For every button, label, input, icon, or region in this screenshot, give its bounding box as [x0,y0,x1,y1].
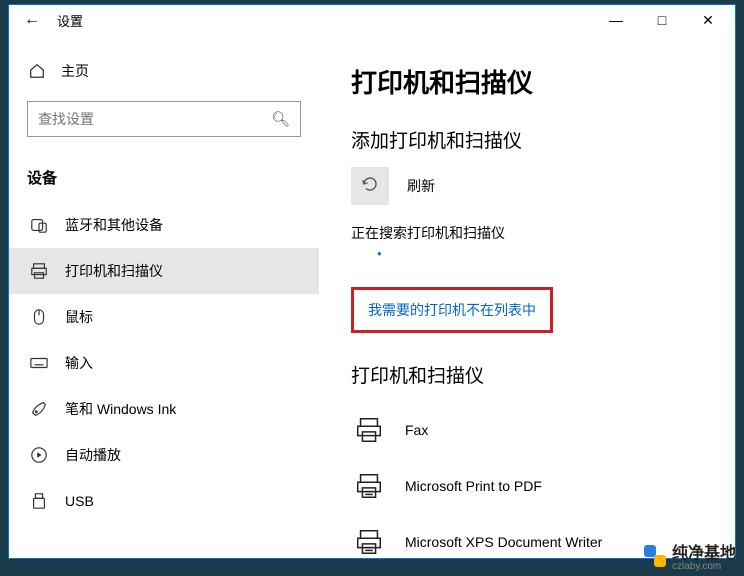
printer-device-icon [351,463,387,509]
page-title: 打印机和扫描仪 [351,63,715,100]
titlebar: ← 设置 ― □ ✕ [9,5,735,35]
printer-name: Microsoft XPS Document Writer [405,534,602,550]
missing-printer-highlight: 我需要的打印机不在列表中 [351,287,553,333]
usb-icon [29,491,49,511]
refresh-label: 刷新 [407,176,435,196]
progress-indicator: ● [351,249,715,269]
printer-name: Fax [405,422,428,438]
sidebar-item-label: 打印机和扫描仪 [65,261,163,281]
searching-status: 正在搜索打印机和扫描仪 [351,223,715,243]
maximize-button[interactable]: □ [639,5,685,35]
sidebar-item-autoplay[interactable]: 自动播放 [27,432,301,478]
home-icon [27,61,47,81]
watermark-logo [644,545,666,567]
pen-icon [29,399,49,419]
printer-item[interactable]: Fax [351,402,715,458]
sidebar-item-label: 输入 [65,353,93,373]
sidebar-item-label: 蓝牙和其他设备 [65,215,163,235]
close-button[interactable]: ✕ [685,5,731,35]
home-link[interactable]: 主页 [27,53,301,101]
sidebar-item-label: 鼠标 [65,307,93,327]
search-input[interactable] [38,111,271,127]
sidebar-item-label: 自动播放 [65,445,121,465]
content-pane: 打印机和扫描仪 添加打印机和扫描仪 刷新 正在搜索打印机和扫描仪 ● 我需要的打… [319,35,735,558]
printer-name: Microsoft Print to PDF [405,478,542,494]
sidebar-item-mouse[interactable]: 鼠标 [27,294,301,340]
autoplay-icon [29,445,49,465]
back-button[interactable]: ← [13,5,51,35]
sidebar-item-bluetooth[interactable]: 蓝牙和其他设备 [27,202,301,248]
mouse-icon [29,307,49,327]
sidebar-item-typing[interactable]: 输入 [27,340,301,386]
sidebar-item-label: USB [65,493,94,509]
add-section-title: 添加打印机和扫描仪 [351,126,715,153]
settings-window: ← 设置 ― □ ✕ 主页 🔍︎ 设备 蓝牙和其他设备 [8,4,736,559]
list-section-title: 打印机和扫描仪 [351,361,715,388]
search-icon[interactable]: 🔍︎ [271,110,290,128]
sidebar: 主页 🔍︎ 设备 蓝牙和其他设备 打印机和扫描仪 [9,35,319,558]
bluetooth-icon [29,215,49,235]
refresh-icon [360,174,380,199]
printer-item[interactable]: Microsoft Print to PDF [351,458,715,514]
refresh-button[interactable] [351,167,389,205]
sidebar-section-heading: 设备 [27,161,301,202]
window-title: 设置 [51,11,83,30]
search-input-container[interactable]: 🔍︎ [27,101,301,137]
sidebar-item-pen[interactable]: 笔和 Windows Ink [27,386,301,432]
sidebar-item-usb[interactable]: USB [27,478,301,524]
printer-device-icon [351,407,387,453]
home-label: 主页 [61,61,89,81]
printer-icon [29,261,49,281]
watermark: 纯净基地 czlaby.com [644,539,736,572]
watermark-text: 纯净基地 [672,545,736,562]
sidebar-item-label: 笔和 Windows Ink [65,399,176,419]
minimize-button[interactable]: ― [593,5,639,35]
missing-printer-link[interactable]: 我需要的打印机不在列表中 [368,302,536,318]
printer-list: Fax Microsoft Print to PDF Microsoft XPS… [351,402,715,558]
printer-device-icon [351,519,387,558]
sidebar-item-printers[interactable]: 打印机和扫描仪 [9,248,319,294]
keyboard-icon [29,353,49,373]
watermark-url: czlaby.com [672,561,736,572]
